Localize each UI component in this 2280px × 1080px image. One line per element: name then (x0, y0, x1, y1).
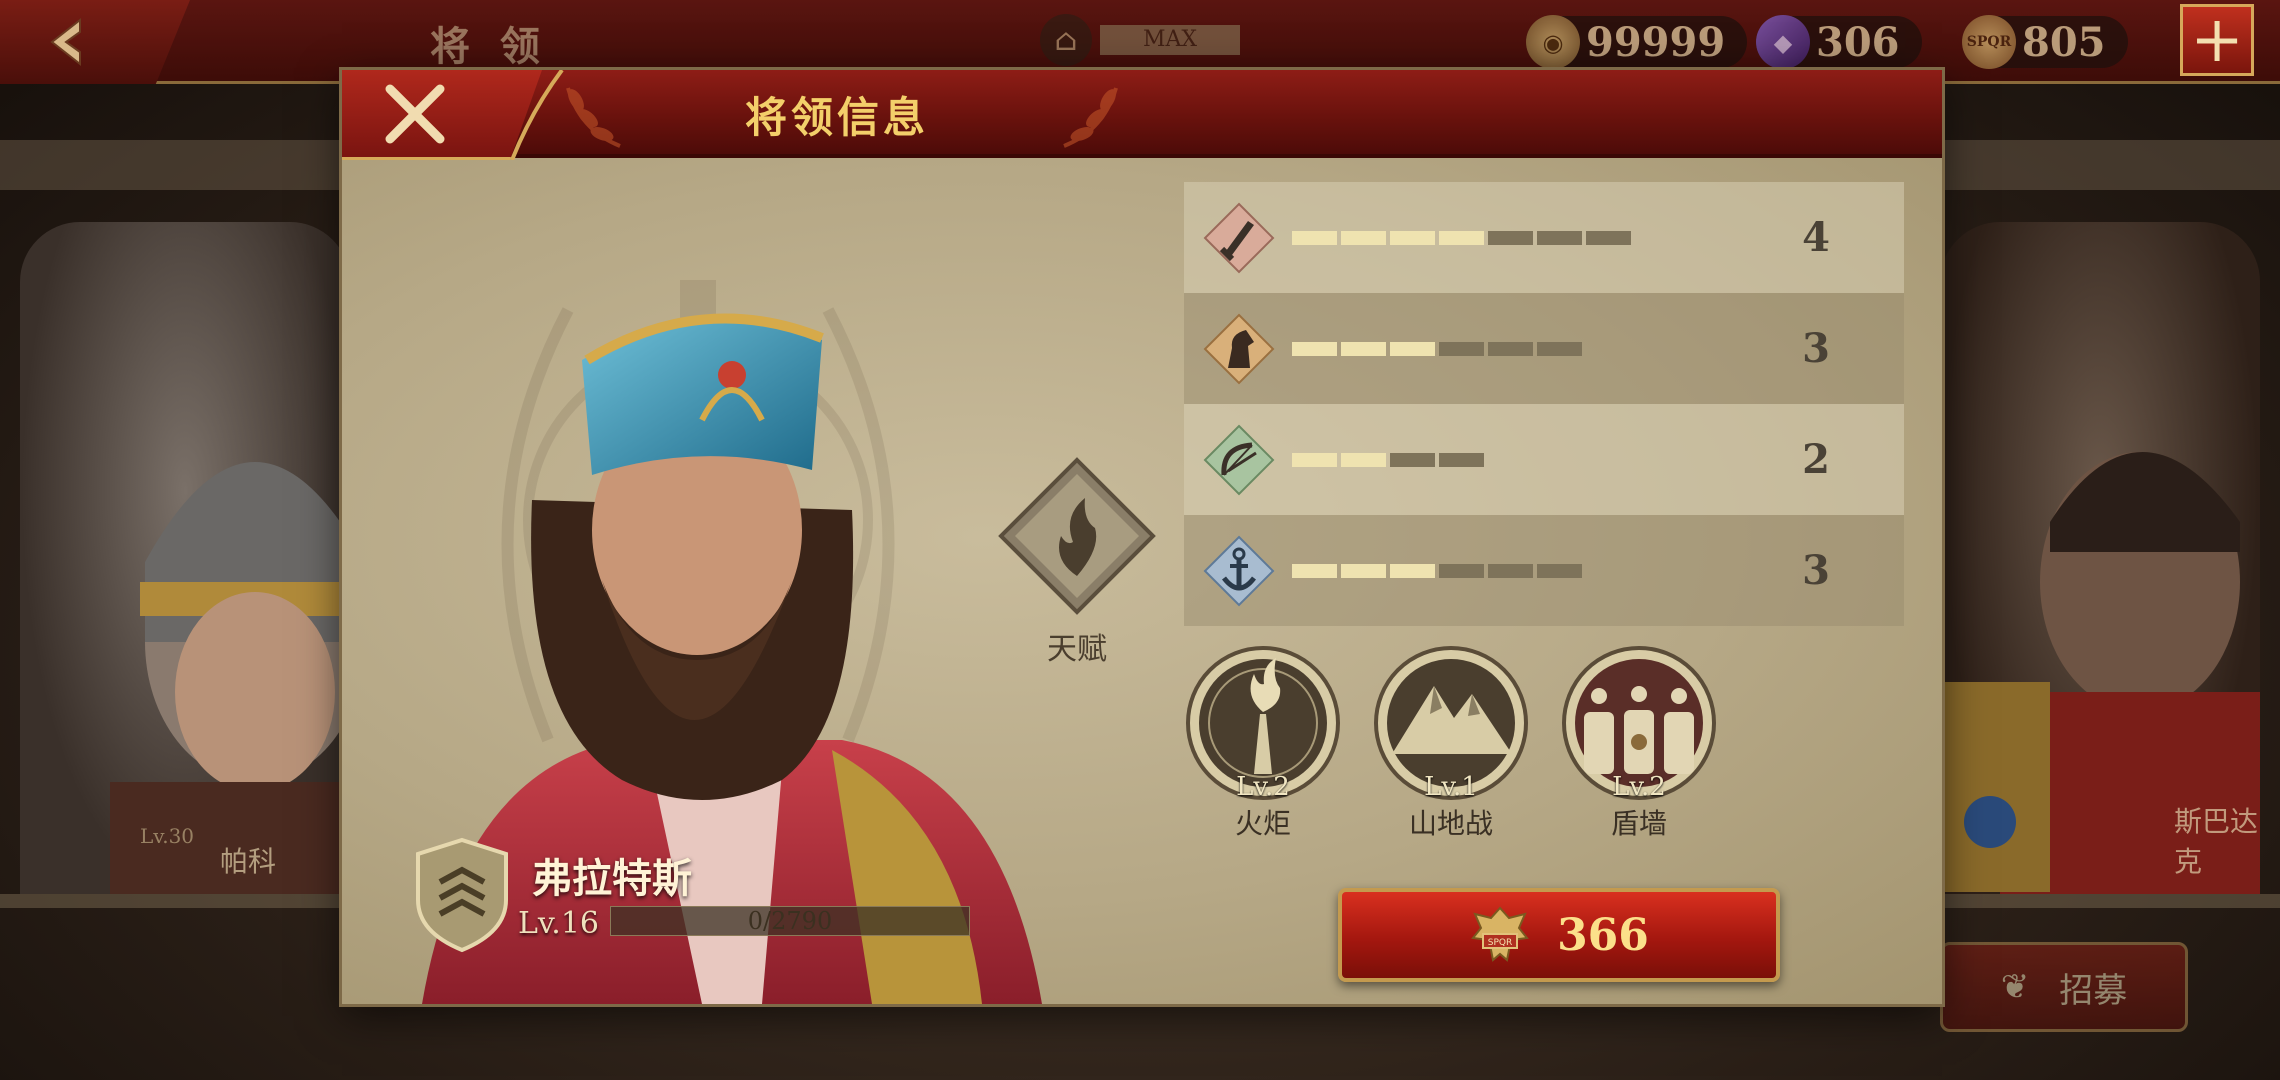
stat-row-archer: 2 (1184, 404, 1904, 515)
skill-level: Lv.2 (1612, 772, 1666, 802)
game-screen: 将 领 ⌂ MAX ◉ 99999 ◆ 306 SPQR 805 + Lv.30… (0, 0, 2280, 1080)
background-recruit-label: 招募 (2059, 970, 2128, 1011)
spqr-eagle-icon: SPQR (1471, 906, 1529, 962)
stat-segment-filled (1292, 341, 1337, 356)
stat-segment-filled (1390, 563, 1435, 578)
stats-panel: 4 3 2 3 (1184, 182, 1904, 626)
stat-bars (1292, 341, 1732, 356)
building-max-label: MAX (1100, 25, 1240, 55)
background-recruit-button[interactable]: ❦ 招募 (1940, 942, 2188, 1032)
svg-text:SPQR: SPQR (1488, 938, 1512, 948)
recruit-cost-value: 366 (1557, 909, 1649, 961)
stat-value: 3 (1802, 547, 1830, 594)
stat-value: 3 (1802, 325, 1830, 372)
stat-segment-filled (1341, 452, 1386, 467)
add-currency-button[interactable]: + (2180, 4, 2254, 76)
spqr-value: 805 (2022, 18, 2106, 66)
gem-counter[interactable]: ◆ 306 (1756, 15, 1922, 69)
experience-bar: 0/2790 (610, 906, 970, 936)
stat-bars (1292, 452, 1732, 467)
stat-segment-filled (1292, 563, 1337, 578)
skill-shield-wall[interactable]: Lv.2 盾墙 (1560, 644, 1718, 842)
skill-torch[interactable]: Lv.2 火炬 (1184, 644, 1342, 842)
back-arrow-icon (50, 17, 81, 67)
general-info-dialog: 将领信息 天赋 弗拉特斯 Lv.16 0/2790 4 3 2 3 Lv.2 火… (342, 70, 1942, 1004)
helmeted-general-portrait (110, 462, 350, 894)
anchor-icon (1203, 535, 1275, 606)
close-icon (385, 84, 445, 143)
coin-value: 99999 (1586, 18, 1726, 66)
recruit-cost-button[interactable]: SPQR 366 (1338, 888, 1780, 982)
skill-mountain-warfare[interactable]: Lv.1 山地战 (1372, 644, 1530, 842)
stat-row-cavalry: 3 (1184, 293, 1904, 404)
building-status: ⌂ MAX (1040, 12, 1250, 68)
skill-name: 火炬 (1234, 807, 1291, 840)
dialog-header: 将领信息 (342, 70, 1942, 158)
stat-segment-filled (1341, 341, 1386, 356)
talent-label: 天赋 (1047, 632, 1107, 667)
general-level: Lv.16 (518, 906, 600, 941)
stat-segment-empty (1488, 230, 1533, 245)
stat-bars (1292, 563, 1732, 578)
stat-bars (1292, 230, 1732, 245)
skill-level: Lv.1 (1424, 772, 1478, 802)
gem-icon: ◆ (1756, 15, 1810, 69)
stat-segment-filled (1439, 230, 1484, 245)
stat-segment-empty (1439, 563, 1484, 578)
talent-button[interactable]: 天赋 (982, 456, 1172, 716)
stat-segment-filled (1292, 452, 1337, 467)
sword-icon (1203, 202, 1275, 273)
bow-icon (1203, 424, 1275, 495)
stat-segment-empty (1537, 341, 1582, 356)
close-button-trim (510, 70, 564, 160)
stat-segment-empty (1488, 341, 1533, 356)
stat-value: 4 (1802, 214, 1830, 261)
right-general-name: 斯巴达克 (2174, 805, 2259, 878)
left-general-level: Lv.30 (140, 824, 195, 848)
general-card-left[interactable]: Lv.30 帕科 (20, 222, 350, 894)
stat-segment-filled (1390, 341, 1435, 356)
coin-icon: ◉ (1526, 15, 1580, 69)
stat-segment-empty (1586, 230, 1631, 245)
stat-segment-empty (1439, 341, 1484, 356)
skills-row: Lv.2 火炬 Lv.1 山地战 Lv.2 盾墙 (1184, 644, 1718, 842)
experience-text: 0/2790 (747, 907, 833, 935)
warrior-general-portrait (1940, 452, 2260, 894)
skill-name: 山地战 (1408, 807, 1493, 840)
stat-segment-empty (1537, 230, 1582, 245)
back-button[interactable] (0, 0, 190, 84)
rank-chevron-shield-icon (416, 837, 508, 953)
spqr-eagle-icon: SPQR (1962, 15, 2016, 69)
spqr-counter[interactable]: SPQR 805 (1962, 15, 2128, 69)
stat-segment-filled (1341, 230, 1386, 245)
general-name: 弗拉特斯 (532, 855, 692, 902)
talent-flame-icon (998, 457, 1156, 615)
general-card-right[interactable]: 斯巴达克 (1940, 222, 2260, 894)
stat-segment-empty (1488, 563, 1533, 578)
laurel-plus-icon: ❦ (2000, 967, 2030, 1007)
stat-segment-filled (1390, 230, 1435, 245)
horse-icon (1203, 313, 1275, 384)
stat-segment-empty (1439, 452, 1484, 467)
skill-level: Lv.2 (1236, 772, 1290, 802)
stat-value: 2 (1802, 436, 1830, 483)
stat-row-infantry: 4 (1184, 182, 1904, 293)
skill-name: 盾墙 (1610, 807, 1667, 840)
stat-row-navy: 3 (1184, 515, 1904, 626)
stat-segment-empty (1537, 563, 1582, 578)
stat-segment-filled (1341, 563, 1386, 578)
coin-counter[interactable]: ◉ 99999 (1526, 15, 1748, 69)
stat-segment-empty (1390, 452, 1435, 467)
page-title: 将 领 (430, 23, 548, 70)
left-general-name: 帕科 (220, 845, 277, 878)
gem-value: 306 (1816, 18, 1900, 66)
stat-segment-filled (1292, 230, 1337, 245)
temple-icon: ⌂ (1040, 14, 1092, 66)
